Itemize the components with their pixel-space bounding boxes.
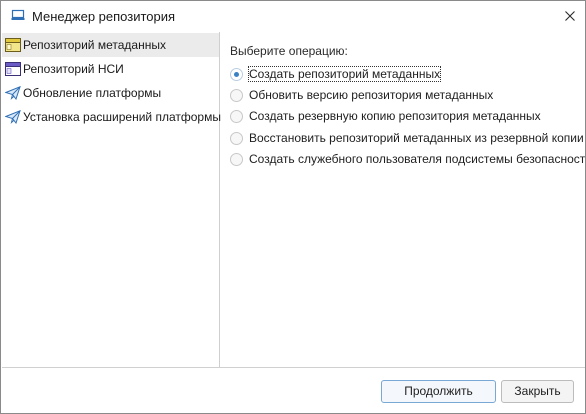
sidebar-item-platform-update[interactable]: Обновление платформы	[2, 81, 219, 105]
repository-nsi-icon	[5, 62, 21, 76]
option-create-service-user[interactable]: Создать служебного пользователя подсисте…	[230, 150, 586, 170]
operation-panel: Выберите операцию: Создать репозиторий м…	[220, 32, 586, 367]
sidebar-item-label: Обновление платформы	[23, 86, 162, 100]
option-restore-metadata-repository[interactable]: Восстановить репозиторий метаданных из р…	[230, 129, 584, 149]
sidebar-item-metadata-repository[interactable]: Репозиторий метаданных	[2, 33, 219, 57]
operation-prompt-label: Выберите операцию:	[230, 44, 348, 58]
paper-plane-icon	[4, 85, 21, 101]
title-bar: Менеджер репозитория	[1, 1, 585, 32]
sidebar-item-label: Репозиторий метаданных	[23, 38, 166, 52]
option-label: Восстановить репозиторий метаданных из р…	[249, 131, 584, 145]
option-label: Создать резервную копию репозитория мета…	[249, 109, 541, 123]
close-button[interactable]: Закрыть	[501, 380, 574, 403]
sidebar-item-platform-extensions[interactable]: Установка расширений платформы	[2, 105, 221, 129]
option-label: Обновить версию репозитория метаданных	[249, 88, 494, 102]
repository-manager-window: Менеджер репозитория Репозиторий метадан…	[0, 0, 586, 414]
option-update-metadata-repository[interactable]: Обновить версию репозитория метаданных	[230, 86, 580, 106]
radio-button[interactable]	[230, 132, 243, 145]
monitor-icon	[11, 9, 25, 21]
sidebar-item-nsi-repository[interactable]: Репозиторий НСИ	[2, 57, 219, 81]
window-title: Менеджер репозитория	[32, 9, 176, 24]
continue-button[interactable]: Продолжить	[381, 380, 496, 403]
radio-button[interactable]	[230, 110, 243, 123]
close-icon[interactable]	[561, 7, 579, 25]
footer-divider	[2, 367, 585, 368]
option-create-metadata-repository[interactable]: Создать репозиторий метаданных	[230, 65, 580, 85]
option-label: Создать служебного пользователя подсисте…	[249, 152, 586, 166]
radio-button[interactable]	[230, 89, 243, 102]
sidebar-item-label: Установка расширений платформы	[23, 110, 221, 124]
radio-button[interactable]	[230, 153, 243, 166]
repository-metadata-icon	[5, 38, 21, 52]
option-backup-metadata-repository[interactable]: Создать резервную копию репозитория мета…	[230, 107, 580, 127]
navigation-panel: Репозиторий метаданных Репозиторий НСИ О…	[2, 32, 221, 367]
sidebar-item-label: Репозиторий НСИ	[23, 62, 124, 76]
option-label: Создать репозиторий метаданных	[247, 66, 442, 82]
paper-plane-icon	[4, 109, 21, 125]
radio-button-checked[interactable]	[230, 68, 243, 81]
